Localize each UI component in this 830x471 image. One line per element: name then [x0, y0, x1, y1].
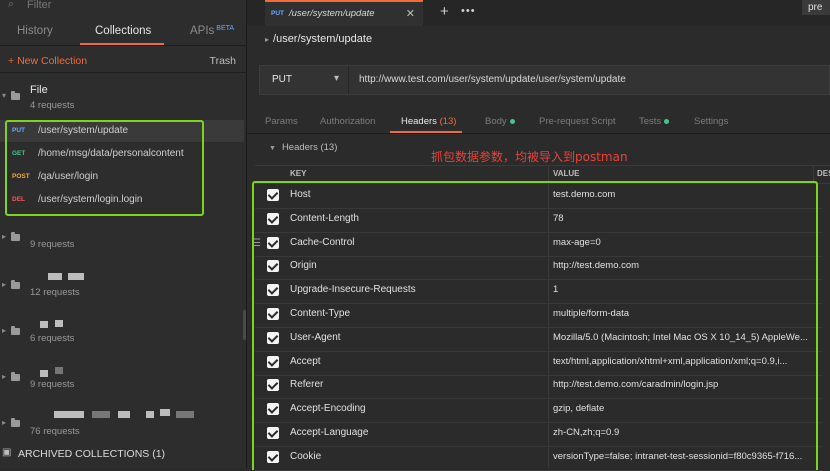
- folder-icon: [11, 372, 20, 381]
- new-tab-button[interactable]: +: [440, 3, 449, 20]
- tab-apis-label: APIs: [190, 25, 215, 37]
- url-input[interactable]: http://www.test.com/user/system/update/u…: [359, 74, 626, 85]
- collection-name[interactable]: File: [30, 84, 48, 96]
- trash-button[interactable]: Trash: [210, 55, 236, 67]
- collection-request-count: 12 requests: [30, 287, 80, 298]
- tab-body-label: Body: [485, 116, 507, 127]
- sidebar-scrollbar[interactable]: [243, 310, 246, 340]
- redacted-name: [160, 409, 170, 416]
- collection-request-count: 4 requests: [30, 100, 75, 111]
- folder-icon: [11, 91, 20, 100]
- tab-apis[interactable]: APIs BETA: [190, 25, 234, 37]
- tab-pre-request-script[interactable]: Pre-request Script: [539, 116, 616, 127]
- folder-icon: [11, 418, 20, 427]
- tab-settings[interactable]: Settings: [694, 116, 728, 127]
- collection-request-count: 9 requests: [30, 239, 75, 250]
- headers-section-label: Headers (13): [281, 142, 338, 153]
- folder-icon: [11, 232, 20, 241]
- archived-collections[interactable]: ▣ ARCHIVED COLLECTIONS (1): [0, 444, 246, 464]
- headers-count: (13): [439, 116, 457, 127]
- tab-headers[interactable]: Headers (13): [401, 116, 456, 127]
- value-column-header: VALUE: [553, 169, 580, 178]
- url-bar: PUT ▾ http://www.test.com/user/system/up…: [259, 65, 830, 95]
- collection-request-count: 76 requests: [30, 426, 80, 437]
- tab-authorization[interactable]: Authorization: [320, 116, 375, 127]
- new-collection-label: New Collection: [17, 55, 88, 67]
- redacted-name: [40, 370, 48, 377]
- caret-right-icon: ▸: [265, 35, 270, 44]
- column-divider: [813, 165, 814, 182]
- archive-icon: ▣: [2, 447, 12, 458]
- status-dot-icon: [664, 118, 670, 124]
- main-panel: PUT /user/system/update ✕ + ••• pre ▸/us…: [247, 0, 830, 471]
- filter-bar[interactable]: ⌕ Filter: [0, 0, 246, 14]
- divider: [348, 66, 349, 94]
- tab-collections[interactable]: Collections: [95, 25, 151, 37]
- redacted-name: [55, 320, 63, 327]
- environment-preview-button[interactable]: pre: [802, 0, 830, 15]
- method-select[interactable]: PUT: [272, 74, 292, 85]
- collection-request-count: 6 requests: [30, 333, 75, 344]
- divider: [247, 133, 830, 134]
- tab-method-badge: PUT: [271, 10, 284, 17]
- request-tab-bar: PUT /user/system/update ✕ + ••• pre: [247, 0, 830, 26]
- highlight-box-requests: [5, 120, 204, 216]
- redacted-name: [48, 273, 62, 280]
- search-icon: ⌕: [8, 0, 15, 10]
- archived-collections-label: ARCHIVED COLLECTIONS (1): [18, 448, 166, 460]
- tab-body[interactable]: Body: [485, 116, 515, 127]
- key-column-header: KEY: [290, 169, 307, 178]
- redacted-name: [92, 411, 110, 418]
- divider: [0, 72, 246, 73]
- request-title-text: /user/system/update: [273, 33, 373, 45]
- redacted-name: [118, 411, 130, 418]
- request-tab[interactable]: PUT /user/system/update ✕: [265, 0, 423, 26]
- caret-right-icon[interactable]: ▸: [2, 232, 6, 241]
- caret-down-icon: ▼: [269, 145, 276, 152]
- redacted-name: [54, 411, 84, 418]
- redacted-name: [146, 411, 154, 418]
- status-dot-icon: [509, 118, 515, 124]
- tab-tests[interactable]: Tests: [639, 116, 670, 127]
- new-collection-button[interactable]: + New Collection: [8, 55, 87, 67]
- headers-section-toggle[interactable]: ▼ Headers (13): [269, 142, 337, 153]
- caret-right-icon[interactable]: ▸: [2, 326, 6, 335]
- tab-tests-label: Tests: [639, 116, 662, 127]
- caret-right-icon[interactable]: ▸: [2, 280, 6, 289]
- filter-input[interactable]: Filter: [27, 0, 51, 11]
- tab-params[interactable]: Params: [265, 116, 298, 127]
- caret-down-icon[interactable]: ▾: [2, 91, 6, 100]
- redacted-name: [176, 411, 194, 418]
- caret-right-icon[interactable]: ▸: [2, 372, 6, 381]
- tab-history[interactable]: History: [17, 25, 53, 37]
- redacted-name: [55, 367, 63, 374]
- redacted-name: [68, 273, 84, 280]
- more-tabs-button[interactable]: •••: [461, 5, 476, 17]
- redacted-name: [40, 321, 48, 328]
- sidebar-tabs: History Collections APIs BETA: [0, 20, 246, 44]
- tab-title: /user/system/update: [289, 8, 375, 19]
- chevron-down-icon[interactable]: ▾: [334, 73, 339, 84]
- caret-right-icon[interactable]: ▸: [2, 418, 6, 427]
- request-title[interactable]: ▸/user/system/update: [265, 33, 372, 45]
- beta-badge: BETA: [216, 25, 235, 32]
- folder-icon: [11, 280, 20, 289]
- annotation-note: 抓包数据参数，均被导入到postman: [431, 150, 628, 164]
- collection-request-count: 9 requests: [30, 379, 75, 390]
- close-icon[interactable]: ✕: [406, 7, 415, 20]
- folder-icon: [11, 326, 20, 335]
- tab-headers-label: Headers: [401, 116, 437, 127]
- divider: [0, 45, 246, 46]
- sidebar: ⌕ Filter History Collections APIs BETA + …: [0, 0, 247, 468]
- highlight-box-headers: [252, 181, 818, 470]
- description-column-header: DES: [817, 169, 830, 178]
- request-subtabs: Params Authorization Headers (13) Body P…: [247, 112, 830, 132]
